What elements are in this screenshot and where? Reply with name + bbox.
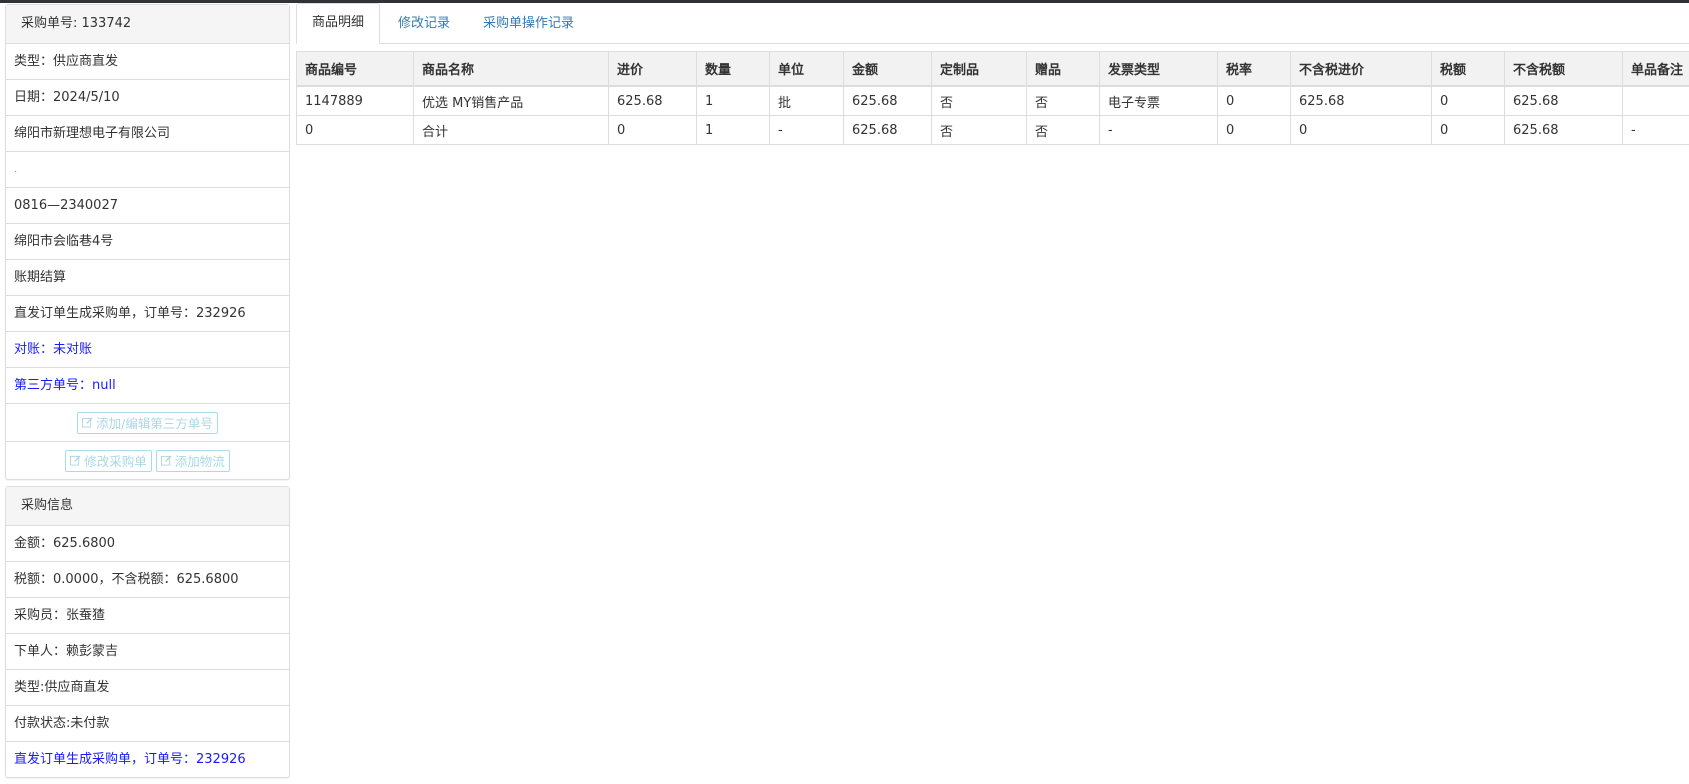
right-column: 商品明细 修改记录 采购单操作记录 商品编号 商品名称 进价 数量 单位 金额 … <box>296 4 1689 145</box>
column-header: 数量 <box>697 52 770 87</box>
edit-icon <box>82 417 93 428</box>
table-cell <box>1623 86 1689 116</box>
table-cell: 625.68 <box>844 116 932 145</box>
settlement-method: 账期结算 <box>6 260 289 296</box>
column-header: 金额 <box>844 52 932 87</box>
column-header: 单品备注 <box>1623 52 1689 87</box>
table-cell: 优选 MY销售产品 <box>414 86 609 116</box>
table-cell: 625.68 <box>1505 86 1623 116</box>
top-bar <box>0 0 1689 3</box>
edit-order-button[interactable]: 修改采购单 <box>65 450 152 472</box>
table-cell: 合计 <box>414 116 609 145</box>
edit-order-label: 修改采购单 <box>84 451 147 470</box>
product-table: 商品编号 商品名称 进价 数量 单位 金额 定制品 赠品 发票类型 税率 不含税… <box>296 51 1689 145</box>
purchase-type: 类型:供应商直发 <box>6 670 289 706</box>
add-third-party-button[interactable]: 添加/编辑第三方单号 <box>77 412 218 434</box>
column-header: 不含税进价 <box>1291 52 1432 87</box>
column-header: 商品编号 <box>297 52 414 87</box>
table-cell: - <box>770 116 844 145</box>
column-header: 不含税额 <box>1505 52 1623 87</box>
table-cell: 0 <box>297 116 414 145</box>
table-cell: 0 <box>1218 86 1291 116</box>
table-cell: 625.68 <box>1505 116 1623 145</box>
column-header: 税率 <box>1218 52 1291 87</box>
table-cell: 625.68 <box>844 86 932 116</box>
table-cell: - <box>1623 116 1689 145</box>
direct-order-note: 直发订单生成采购单，订单号：232926 <box>6 296 289 332</box>
add-logistics-button[interactable]: 添加物流 <box>156 450 230 472</box>
table-cell: 1147889 <box>297 86 414 116</box>
table-row: 1147889 优选 MY销售产品 625.68 1 批 625.68 否 否 … <box>297 86 1689 116</box>
table-cell: 0 <box>1432 116 1505 145</box>
table-cell: 否 <box>1027 116 1100 145</box>
supplier-phone: 0816—2340027 <box>6 188 289 224</box>
table-cell: - <box>1100 116 1218 145</box>
column-header: 发票类型 <box>1100 52 1218 87</box>
third-party-button-row: 添加/编辑第三方单号 <box>6 404 289 442</box>
edit-icon <box>161 455 172 466</box>
table-cell: 否 <box>932 86 1027 116</box>
table-cell: 0 <box>1432 86 1505 116</box>
purchase-buyer: 采购员：张蚕猹 <box>6 598 289 634</box>
order-panel: 采购单号: 133742 类型：供应商直发 日期：2024/5/10 绵阳市新理… <box>5 4 290 480</box>
tab-product-details[interactable]: 商品明细 <box>296 3 380 44</box>
supplier-company: 绵阳市新理想电子有限公司 <box>6 116 289 152</box>
column-header: 税额 <box>1432 52 1505 87</box>
column-header: 定制品 <box>932 52 1027 87</box>
table-cell: 否 <box>1027 86 1100 116</box>
reconcile-status: 对账：未对账 <box>6 332 289 368</box>
purchase-info-panel: 采购信息 金额：625.6800 税额：0.0000，不含税额：625.6800… <box>5 486 290 778</box>
order-type: 类型：供应商直发 <box>6 44 289 80</box>
table-cell: 625.68 <box>1291 86 1432 116</box>
order-number-heading: 采购单号: 133742 <box>6 5 289 44</box>
column-header: 进价 <box>609 52 697 87</box>
tab-modification-log[interactable]: 修改记录 <box>383 5 465 43</box>
payment-status: 付款状态:未付款 <box>6 706 289 742</box>
empty-field: . <box>6 152 289 188</box>
table-cell: 否 <box>932 116 1027 145</box>
product-table-wrapper: 商品编号 商品名称 进价 数量 单位 金额 定制品 赠品 发票类型 税率 不含税… <box>296 51 1689 145</box>
table-header-row: 商品编号 商品名称 进价 数量 单位 金额 定制品 赠品 发票类型 税率 不含税… <box>297 52 1689 87</box>
add-logistics-label: 添加物流 <box>175 451 225 470</box>
purchase-info-heading: 采购信息 <box>6 487 289 526</box>
column-header: 单位 <box>770 52 844 87</box>
purchase-tax: 税额：0.0000，不含税额：625.6800 <box>6 562 289 598</box>
purchase-direct-note: 直发订单生成采购单，订单号：232926 <box>6 742 289 777</box>
table-cell: 0 <box>1218 116 1291 145</box>
edit-icon <box>70 455 81 466</box>
table-cell: 0 <box>1291 116 1432 145</box>
table-cell: 电子专票 <box>1100 86 1218 116</box>
tab-operation-log[interactable]: 采购单操作记录 <box>468 5 589 43</box>
table-total-row: 0 合计 0 1 - 625.68 否 否 - 0 0 0 625.68 - <box>297 116 1689 145</box>
table-cell: 625.68 <box>609 86 697 116</box>
order-action-button-row: 修改采购单 添加物流 <box>6 442 289 479</box>
table-cell: 1 <box>697 86 770 116</box>
table-cell: 0 <box>609 116 697 145</box>
purchase-orderer: 下单人：赖彭蒙吉 <box>6 634 289 670</box>
left-column: 采购单号: 133742 类型：供应商直发 日期：2024/5/10 绵阳市新理… <box>5 4 290 784</box>
order-date: 日期：2024/5/10 <box>6 80 289 116</box>
add-third-party-label: 添加/编辑第三方单号 <box>96 413 213 432</box>
third-party-number: 第三方单号：null <box>6 368 289 404</box>
column-header: 商品名称 <box>414 52 609 87</box>
purchase-amount: 金额：625.6800 <box>6 526 289 562</box>
supplier-address: 绵阳市会临巷4号 <box>6 224 289 260</box>
column-header: 赠品 <box>1027 52 1100 87</box>
table-cell: 1 <box>697 116 770 145</box>
tab-bar: 商品明细 修改记录 采购单操作记录 <box>296 4 1689 44</box>
table-cell: 批 <box>770 86 844 116</box>
